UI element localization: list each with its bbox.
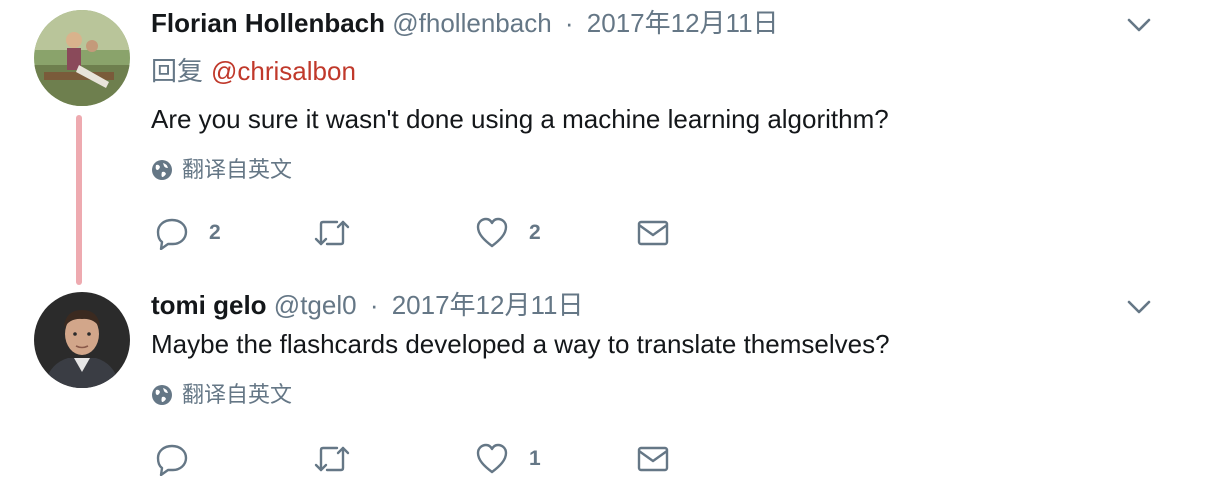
fullname[interactable]: Florian Hollenbach xyxy=(151,8,385,38)
thread-line xyxy=(76,115,82,285)
like-icon xyxy=(476,443,508,474)
separator-dot: · xyxy=(369,290,379,320)
direct-message-icon xyxy=(637,220,669,246)
replying-to: 回复 @chrisalbon xyxy=(151,56,356,86)
reply-prefix: 回复 xyxy=(151,56,204,86)
avatar[interactable] xyxy=(34,10,130,106)
retweet-button[interactable] xyxy=(313,442,371,476)
timestamp[interactable]: 2017年12月11日 xyxy=(587,8,779,38)
avatar[interactable] xyxy=(34,292,130,388)
fullname[interactable]: tomi gelo xyxy=(151,290,267,320)
translate-link[interactable]: 翻译自英文 xyxy=(151,157,292,183)
retweet-button[interactable] xyxy=(313,216,371,250)
reply-icon xyxy=(156,444,188,476)
like-button[interactable]: 2 xyxy=(475,216,541,250)
reply-button[interactable]: 2 xyxy=(155,216,221,250)
translate-label: 翻译自英文 xyxy=(182,157,293,182)
direct-message-icon xyxy=(637,446,669,472)
like-count: 1 xyxy=(529,447,541,470)
reply-icon xyxy=(156,218,188,250)
globe-icon xyxy=(152,160,172,180)
tweet-text: Maybe the flashcards developed a way to … xyxy=(151,329,890,359)
globe-icon xyxy=(152,385,172,405)
username[interactable]: @tgel0 xyxy=(274,290,357,320)
tweet-header: tomi gelo @tgel0 · 2017年12月11日 xyxy=(151,290,583,320)
retweet-icon xyxy=(314,220,350,246)
like-button[interactable]: 1 xyxy=(475,442,541,476)
reply-count: 2 xyxy=(209,221,221,244)
direct-message-button[interactable] xyxy=(636,442,670,476)
username[interactable]: @fhollenbach xyxy=(392,8,551,38)
chevron-down-icon[interactable] xyxy=(1126,298,1152,316)
tweet-actions: 2 2 xyxy=(155,216,715,250)
tweet: tomi gelo @tgel0 · 2017年12月11日 Maybe the… xyxy=(0,280,1218,490)
timestamp[interactable]: 2017年12月11日 xyxy=(392,290,584,320)
tweet-header: Florian Hollenbach @fhollenbach · 2017年1… xyxy=(151,8,779,38)
like-count: 2 xyxy=(529,221,541,244)
direct-message-button[interactable] xyxy=(636,216,670,250)
tweet-text: Are you sure it wasn't done using a mach… xyxy=(151,104,889,134)
mention-link[interactable]: @chrisalbon xyxy=(211,56,356,86)
tweet: Florian Hollenbach @fhollenbach · 2017年1… xyxy=(0,0,1218,285)
tweet-actions: 1 xyxy=(155,442,715,476)
like-icon xyxy=(476,217,508,248)
reply-button[interactable] xyxy=(155,442,209,476)
retweet-icon xyxy=(314,446,350,472)
chevron-down-icon[interactable] xyxy=(1126,16,1152,34)
separator-dot: · xyxy=(564,8,574,38)
translate-link[interactable]: 翻译自英文 xyxy=(151,382,292,408)
translate-label: 翻译自英文 xyxy=(182,382,293,407)
